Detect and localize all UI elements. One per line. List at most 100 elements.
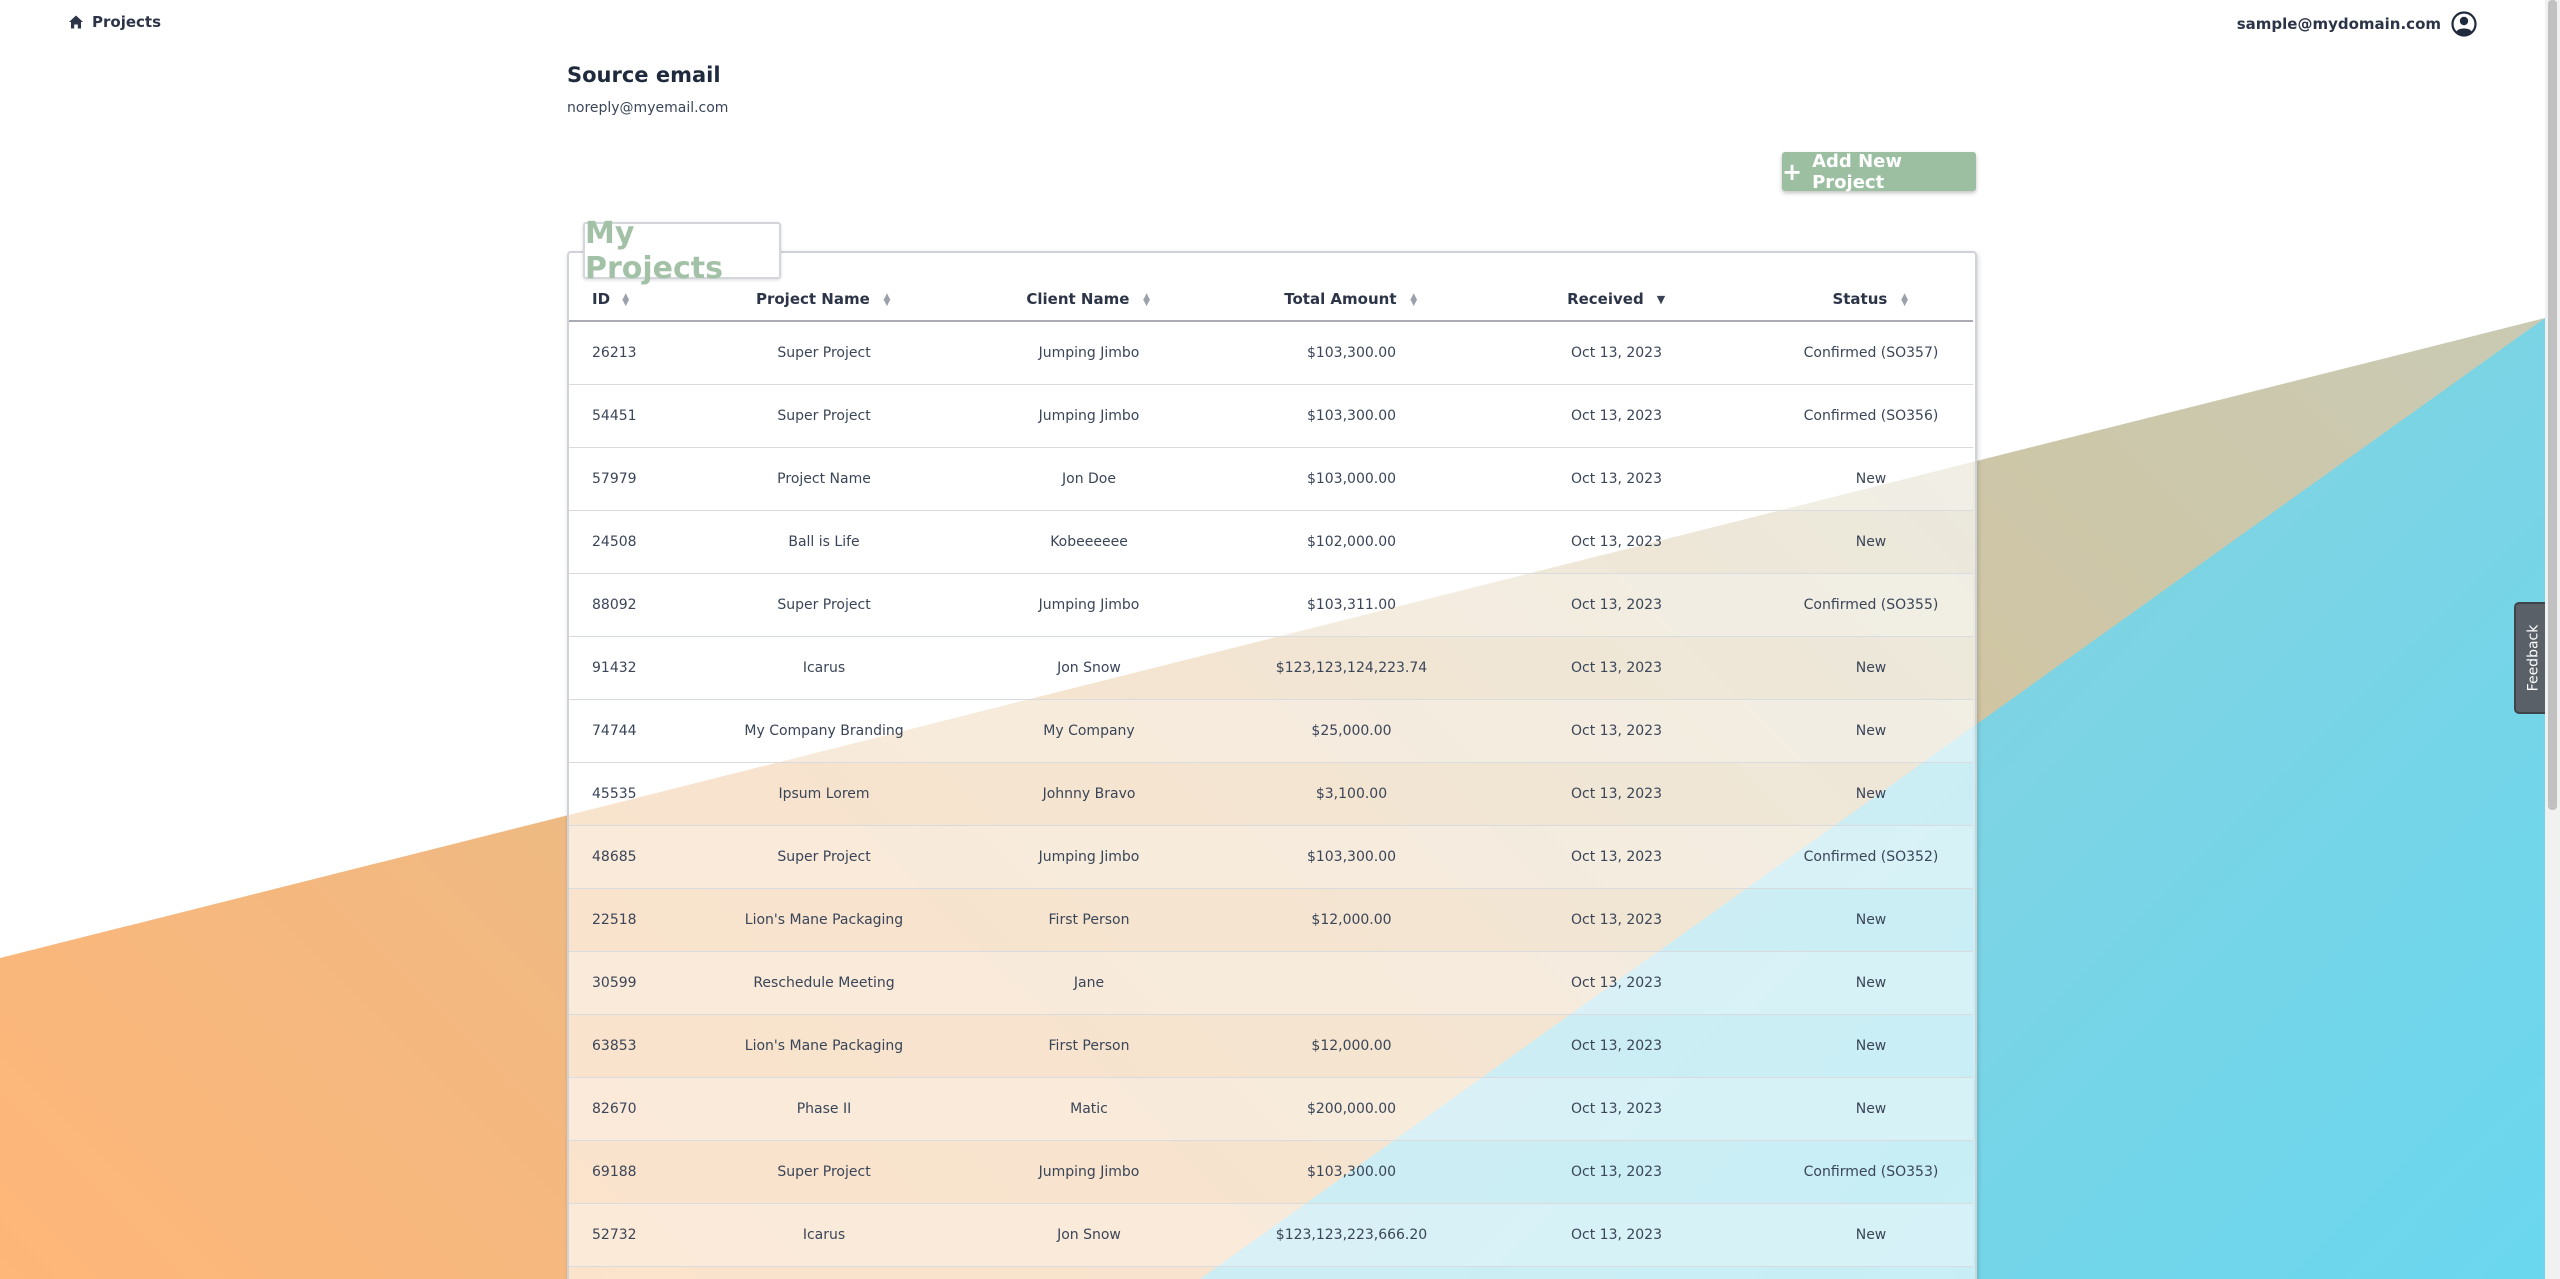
cell-client-name: Johnny Bravo: [939, 762, 1239, 826]
cell-total-amount: $12,000.00: [1239, 1014, 1464, 1078]
table-row[interactable]: 69188 Super Project Jumping Jimbo $103,300.…: [569, 1140, 1973, 1204]
table-row[interactable]: 82670 Phase II Matic $200,000.00 Oct 13, 202…: [569, 1077, 1973, 1141]
table-row[interactable]: 29139Organization RebrandOrganization$33…: [569, 1266, 1973, 1279]
cell-status: New: [1769, 636, 1973, 700]
user-menu[interactable]: sample@mydomain.com: [2237, 11, 2477, 37]
feedback-label: Feedback: [2525, 624, 2542, 692]
table-row[interactable]: 26213 Super Project Jumping Jimbo $103,300.…: [569, 321, 1973, 385]
cell-total-amount: $103,300.00: [1239, 384, 1464, 448]
table-row[interactable]: 63853 Lion's Mane Packaging First Person $1…: [569, 1014, 1973, 1078]
cell-total-amount: $3,100.00: [1239, 762, 1464, 826]
cell-client-name: Jumping Jimbo: [939, 384, 1239, 448]
projects-table: ID ▲ ▼ Project Name ▲ ▼ Client Name ▲ ▼ Tot…: [569, 278, 1973, 1279]
sort-icon: ▲ ▼: [883, 291, 891, 308]
cell-project-name: Organization Rebrand: [709, 1266, 939, 1279]
cell-status: Confirmed (SO354): [1769, 1266, 1973, 1279]
table-row[interactable]: 74744 My Company Branding My Company $25,00…: [569, 699, 1973, 763]
cell-received: Oct 13, 2023: [1464, 699, 1769, 763]
table-row[interactable]: 88092 Super Project Jumping Jimbo $103,311.…: [569, 573, 1973, 637]
cell-status: New: [1769, 888, 1973, 952]
column-header-client-name[interactable]: Client Name ▲ ▼: [939, 278, 1239, 322]
column-header-status[interactable]: Status ▲ ▼: [1769, 278, 1973, 322]
cell-project-name: Phase II: [709, 1077, 939, 1141]
table-row[interactable]: 22518 Lion's Mane Packaging First Person $1…: [569, 888, 1973, 952]
column-header-total-amount[interactable]: Total Amount ▲ ▼: [1239, 278, 1464, 322]
cell-total-amount: $200,000.00: [1239, 1077, 1464, 1141]
table-header: ID ▲ ▼ Project Name ▲ ▼ Client Name ▲ ▼ Tot…: [569, 278, 1973, 322]
cell-total-amount: [1239, 951, 1464, 1015]
cell-id: 57979: [569, 447, 709, 511]
cell-id: 24508: [569, 510, 709, 574]
cell-status: Confirmed (SO357): [1769, 321, 1973, 385]
cell-received: Oct 13, 2023: [1464, 510, 1769, 574]
cell-status: New: [1769, 762, 1973, 826]
cell-id: 22518: [569, 888, 709, 952]
cell-client-name: Organization: [939, 1266, 1239, 1279]
cell-id: 26213: [569, 321, 709, 385]
column-header-received[interactable]: Received ▼: [1464, 278, 1769, 322]
add-new-project-label: Add New Project: [1812, 150, 1902, 193]
cell-received: Oct 13, 2023: [1464, 951, 1769, 1015]
cell-id: 82670: [569, 1077, 709, 1141]
cell-project-name: Super Project: [709, 1140, 939, 1204]
cell-client-name: Matic: [939, 1077, 1239, 1141]
table-row[interactable]: 57979 Project Name Jon Doe $103,000.00 Oct 1…: [569, 447, 1973, 511]
cell-received: Oct 13, 2023: [1464, 573, 1769, 637]
cell-status: New: [1769, 447, 1973, 511]
cell-status: New: [1769, 699, 1973, 763]
scrollbar[interactable]: [2545, 0, 2560, 1279]
cell-project-name: Lion's Mane Packaging: [709, 1014, 939, 1078]
cell-client-name: Jumping Jimbo: [939, 825, 1239, 889]
cell-received: Oct 13, 2023: [1464, 825, 1769, 889]
cell-project-name: Reschedule Meeting: [709, 951, 939, 1015]
nav-projects-link[interactable]: Projects: [68, 13, 161, 31]
table-row[interactable]: 30599 Reschedule Meeting Jane Oct 13, 2023 N…: [569, 951, 1973, 1015]
sort-desc-icon: ▼: [1656, 292, 1666, 306]
cell-received: Oct 13, 2023: [1464, 1203, 1769, 1267]
cell-client-name: Jumping Jimbo: [939, 321, 1239, 385]
cell-project-name: Icarus: [709, 636, 939, 700]
cell-project-name: Ball is Life: [709, 510, 939, 574]
cell-id: 52732: [569, 1203, 709, 1267]
cell-id: 29139: [569, 1266, 709, 1279]
cell-project-name: Icarus: [709, 1203, 939, 1267]
cell-id: 30599: [569, 951, 709, 1015]
scrollbar-thumb[interactable]: [2548, 0, 2557, 810]
cell-received: Oct 13, 2023: [1464, 1140, 1769, 1204]
cell-status: New: [1769, 1077, 1973, 1141]
cell-id: 91432: [569, 636, 709, 700]
cell-client-name: Jon Snow: [939, 636, 1239, 700]
sort-icon: ▲ ▼: [622, 291, 630, 308]
sort-icon: ▲ ▼: [1901, 291, 1908, 308]
top-nav: Projects sample@mydomain.com: [0, 0, 2545, 48]
cell-received: Oct 13, 2023: [1464, 888, 1769, 952]
cell-status: New: [1769, 1014, 1973, 1078]
table-row[interactable]: 45535 Ipsum Lorem Johnny Bravo $3,100.00 Oct…: [569, 762, 1973, 826]
cell-project-name: Super Project: [709, 384, 939, 448]
table-row[interactable]: 54451 Super Project Jumping Jimbo $103,300.…: [569, 384, 1973, 448]
cell-status: Confirmed (SO352): [1769, 825, 1973, 889]
cell-received: Oct 13, 2023: [1464, 1014, 1769, 1078]
home-icon: [69, 15, 83, 29]
cell-total-amount: $123,123,223,666.20: [1239, 1203, 1464, 1267]
table-row[interactable]: 91432 Icarus Jon Snow $123,123,124,223.74 Oc…: [569, 636, 1973, 700]
cell-project-name: Super Project: [709, 321, 939, 385]
page: Projects sample@mydomain.com Source emai…: [0, 0, 2560, 1279]
cell-received: Oct 13, 2023: [1464, 636, 1769, 700]
source-title: Source email: [567, 63, 721, 87]
my-projects-tab: My Projects: [583, 216, 781, 286]
table-row[interactable]: 24508 Ball is Life Kobeeeeee $102,000.00 Oct…: [569, 510, 1973, 574]
cell-total-amount: $12,000.00: [1239, 888, 1464, 952]
source-email: noreply@myemail.com: [567, 100, 729, 116]
cell-project-name: Ipsum Lorem: [709, 762, 939, 826]
cell-total-amount: $25,000.00: [1239, 699, 1464, 763]
cell-id: 74744: [569, 699, 709, 763]
cell-status: New: [1769, 1203, 1973, 1267]
table-row[interactable]: 52732 Icarus Jon Snow $123,123,223,666.20 Oc…: [569, 1203, 1973, 1267]
table-row[interactable]: 48685 Super Project Jumping Jimbo $103,300.…: [569, 825, 1973, 889]
user-circle-icon: [2451, 11, 2477, 37]
user-email: sample@mydomain.com: [2236, 15, 2441, 33]
cell-project-name: Lion's Mane Packaging: [709, 888, 939, 952]
add-new-project-button[interactable]: + Add New Project: [1782, 150, 1976, 193]
cell-total-amount: $102,000.00: [1239, 510, 1464, 574]
